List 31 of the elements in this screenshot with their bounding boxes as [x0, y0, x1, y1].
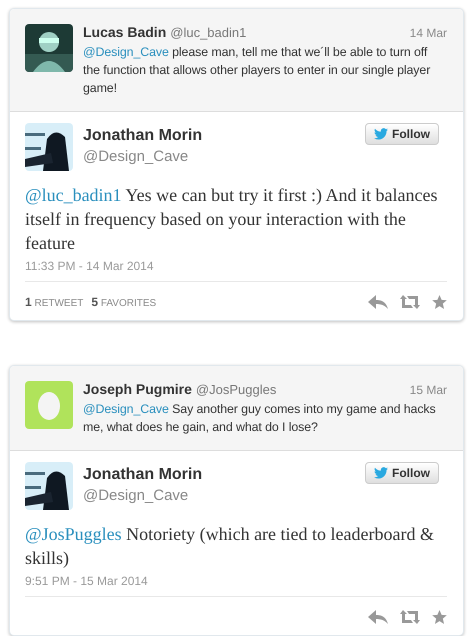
- tweet-text: @Design_Cave please man, tell me that we´ll be able to turn off the function that allows other players to enter in our single player game!: [83, 44, 432, 97]
- tweet-timestamp: 11:33 PM - 14 Mar 2014: [25, 259, 447, 282]
- tweet-stat[interactable]: 5 FAVORITES: [91, 295, 156, 309]
- author-handle: @luc_badin1: [170, 25, 248, 40]
- egg-icon: [38, 390, 60, 420]
- author-handle: @Design_Cave: [83, 487, 190, 504]
- mention-link[interactable]: @JosPuggles: [25, 524, 122, 544]
- mention-link[interactable]: @luc_badin1: [25, 185, 122, 205]
- tweet-text: @luc_badin1 Yes we can but try it first :) And it balances itself in frequency based on your interaction with the feature: [25, 184, 439, 255]
- tweet-stat[interactable]: 1 RETWEET: [25, 295, 84, 309]
- retweet-icon[interactable]: [400, 295, 420, 309]
- author-name: Joseph Pugmire: [83, 381, 192, 397]
- author-handle: @JosPuggles: [196, 382, 278, 397]
- bird-icon: [374, 128, 388, 140]
- tweet-timestamp: 9:51 PM - 15 Mar 2014: [25, 574, 447, 597]
- bird-icon: [374, 467, 388, 479]
- follow-button[interactable]: Follow: [365, 123, 439, 145]
- tweet-text: @JosPuggles Notoriety (which are tied to leaderboard & skills): [25, 523, 435, 570]
- favorite-star-icon[interactable]: [432, 295, 447, 309]
- tweet-text: @Design_Cave Say another guy comes into my game and hacks me, what does he gain, and what do I lose?: [83, 401, 437, 436]
- author-name: Lucas Badin: [83, 24, 166, 40]
- retweet-icon[interactable]: [400, 610, 420, 624]
- tweet-date: 15 Mar: [410, 383, 447, 397]
- author-handle: @Design_Cave: [83, 148, 190, 165]
- reply-icon[interactable]: [368, 610, 388, 624]
- favorite-star-icon[interactable]: [432, 610, 447, 624]
- author-name: Jonathan Morin: [83, 127, 204, 145]
- tweet-date: 14 Mar: [410, 26, 447, 40]
- reply-icon[interactable]: [368, 295, 388, 309]
- author-name: Jonathan Morin: [83, 466, 204, 484]
- follow-button[interactable]: Follow: [365, 462, 439, 484]
